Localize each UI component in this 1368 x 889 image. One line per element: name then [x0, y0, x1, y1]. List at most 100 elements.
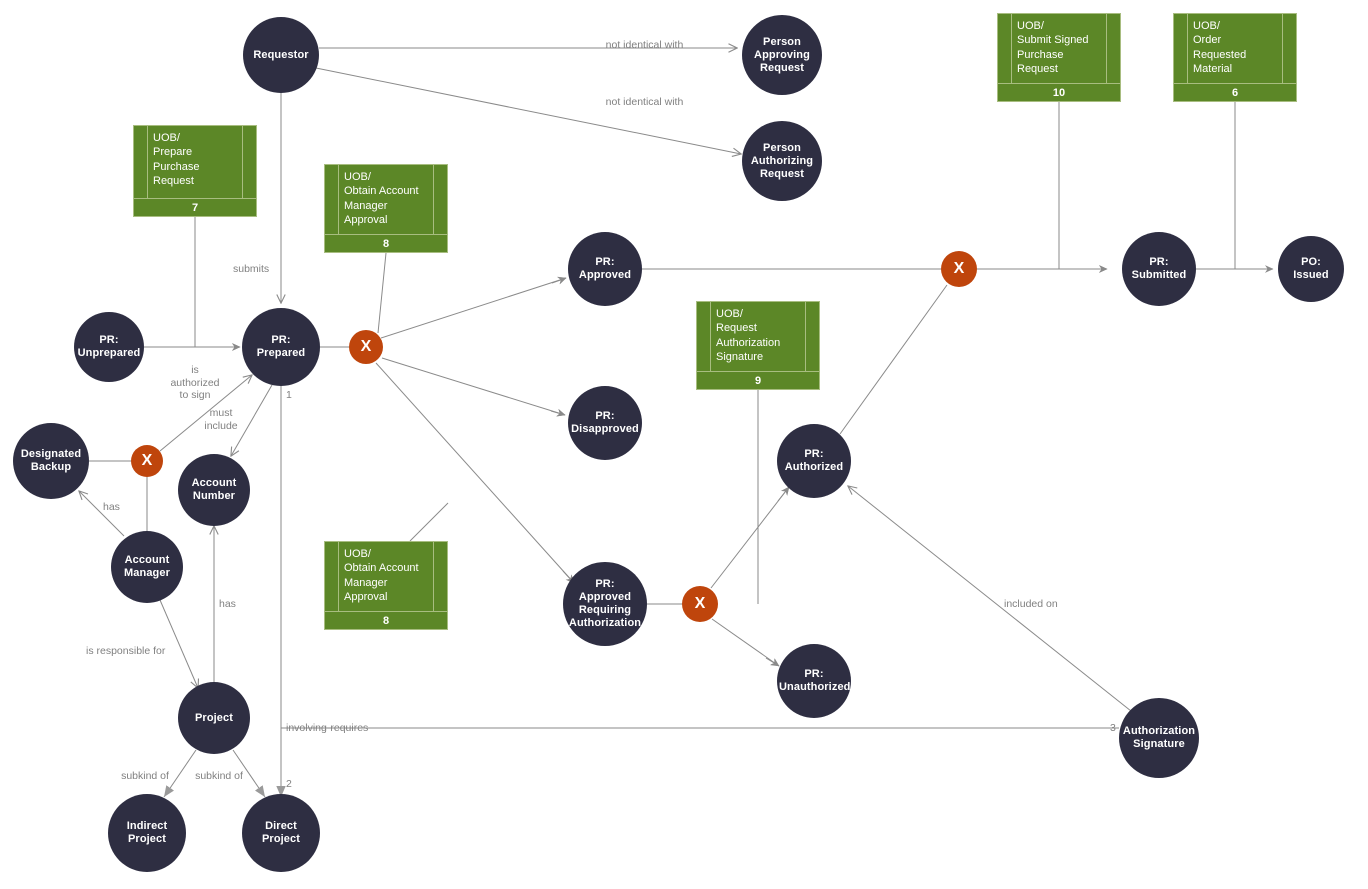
edge-label-subkind-of-indirect: subkind of: [121, 770, 169, 782]
uob-right-column: [805, 302, 819, 371]
uob-text: UOB/ Obtain Account Manager Approval: [344, 171, 419, 227]
node-pr-submitted[interactable]: PR: Submitted: [1122, 232, 1196, 306]
uob-body: UOB/ Submit Signed Purchase Request: [998, 14, 1120, 83]
cardinality-3: 3: [1110, 722, 1116, 734]
edge-gate-auth-pr-authorized-2: [777, 486, 790, 502]
node-pr-unauthorized[interactable]: PR: Unauthorized: [777, 644, 851, 718]
uob-request-authorization-signature[interactable]: UOB/ Request Authorization Signature 9: [696, 301, 820, 390]
uob-right-column: [1282, 14, 1296, 83]
gate-label: X: [360, 338, 372, 355]
edge-account-manager-project: [159, 599, 198, 688]
diagram-canvas: Requestor Person Approving Request Person A…: [0, 0, 1368, 889]
node-label: PR: Prepared: [256, 334, 306, 359]
edge-pr-authorized-gate-right: [839, 284, 948, 435]
uob-number: 10: [998, 83, 1120, 101]
node-authorization-signature[interactable]: Authorization Signature: [1119, 698, 1199, 778]
uob-prepare-purchase-request[interactable]: UOB/ Prepare Purchase Request 7: [133, 125, 257, 217]
edge-gate-auth-pr-unauthorized-2: [765, 657, 780, 667]
edge-label-not-identical-with-authorizing: not identical with: [605, 96, 684, 108]
gate-label: X: [141, 452, 153, 469]
uob-left-column: [998, 14, 1012, 83]
node-label: Direct Project: [262, 820, 300, 845]
node-pr-approved[interactable]: PR: Approved: [568, 232, 642, 306]
uob-left-column: [134, 126, 148, 198]
edge-label-not-identical-with-approving: not identical with: [605, 39, 684, 51]
node-po-issued[interactable]: PO: Issued: [1278, 236, 1344, 302]
node-label: Account Number: [191, 477, 237, 502]
uob-order-requested-material[interactable]: UOB/ Order Requested Material 6: [1173, 13, 1297, 102]
edge-label-subkind-of-direct: subkind of: [195, 770, 243, 782]
edge-gate-pr-disapproved-2: [550, 409, 566, 417]
edge-uob8bottom-line: [409, 502, 449, 542]
node-label: Account Manager: [124, 554, 170, 579]
uob-number: 6: [1174, 83, 1296, 101]
node-account-manager[interactable]: Account Manager: [111, 531, 183, 603]
node-label: PR: Submitted: [1131, 256, 1187, 281]
node-project[interactable]: Project: [178, 682, 250, 754]
edge-uob8top-gate: [377, 252, 387, 334]
gate-exclusive-approved[interactable]: X: [941, 251, 977, 287]
node-label: PR: Approved: [578, 256, 632, 281]
node-direct-project[interactable]: Direct Project: [242, 794, 320, 872]
edge-label-submits: submits: [233, 263, 270, 275]
node-label: Project: [195, 711, 233, 724]
edge-label-has-account-number: has: [219, 598, 236, 610]
gate-exclusive-designated-backup[interactable]: X: [131, 445, 163, 477]
uob-text: UOB/ Obtain Account Manager Approval: [344, 548, 419, 604]
uob-submit-signed-purchase-request[interactable]: UOB/ Submit Signed Purchase Request 10: [997, 13, 1121, 102]
node-label: PR: Disapproved: [571, 410, 639, 435]
edge-gate-pr-approved-2: [551, 277, 567, 285]
uob-body: UOB/ Obtain Account Manager Approval: [325, 165, 447, 234]
node-designated-backup[interactable]: Designated Backup: [13, 423, 89, 499]
edge-label-has-designated-backup: has: [103, 501, 120, 513]
node-indirect-project[interactable]: Indirect Project: [108, 794, 186, 872]
node-label: Authorization Signature: [1122, 725, 1196, 750]
uob-text: UOB/ Request Authorization Signature: [716, 308, 781, 364]
node-label: PR: Authorized: [784, 448, 844, 473]
uob-right-column: [242, 126, 256, 198]
uob-number: 7: [134, 198, 256, 216]
edge-requestor-person-authorizing: [315, 67, 741, 154]
gate-exclusive-prepared[interactable]: X: [349, 330, 383, 364]
node-pr-unprepared[interactable]: PR: Unprepared: [74, 312, 144, 382]
uob-number: 8: [325, 611, 447, 629]
cardinality-1: 1: [286, 389, 292, 401]
uob-left-column: [325, 542, 339, 611]
edge-label-involving-requires: involving-requires: [286, 722, 369, 734]
node-pr-prepared[interactable]: PR: Prepared: [242, 308, 320, 386]
node-label: PO: Issued: [1293, 256, 1329, 281]
edge-gate-pr-disapproved: [381, 357, 566, 417]
node-label: Indirect Project: [126, 820, 168, 845]
gate-label: X: [694, 595, 706, 612]
node-requestor[interactable]: Requestor: [243, 17, 319, 93]
edge-label-is-responsible-for: is responsible for: [86, 645, 166, 657]
node-person-approving-request[interactable]: Person Approving Request: [742, 15, 822, 95]
uob-right-column: [433, 165, 447, 234]
node-person-authorizing-request[interactable]: Person Authorizing Request: [742, 121, 822, 201]
node-label: Person Authorizing Request: [750, 141, 814, 180]
node-label: Designated Backup: [20, 448, 82, 473]
uob-text: UOB/ Order Requested Material: [1193, 20, 1247, 76]
node-pr-approved-requiring-authorization[interactable]: PR: Approved Requiring Authorization: [563, 562, 647, 646]
node-pr-authorized[interactable]: PR: Authorized: [777, 424, 851, 498]
uob-left-column: [697, 302, 711, 371]
gate-exclusive-authorization[interactable]: X: [682, 586, 718, 622]
node-pr-disapproved[interactable]: PR: Disapproved: [568, 386, 642, 460]
gate-label: X: [953, 260, 965, 277]
node-label: PR: Unauthorized: [779, 668, 851, 693]
edge-label-included-on: included on: [1004, 598, 1058, 610]
node-account-number[interactable]: Account Number: [178, 454, 250, 526]
edge-authorization-signature-pr-authorized: [848, 486, 1132, 712]
edge-gate-auth-pr-authorized: [710, 486, 790, 589]
uob-body: UOB/ Request Authorization Signature: [697, 302, 819, 371]
uob-obtain-account-manager-approval-top[interactable]: UOB/ Obtain Account Manager Approval 8: [324, 164, 448, 253]
uob-body: UOB/ Obtain Account Manager Approval: [325, 542, 447, 611]
uob-text: UOB/ Prepare Purchase Request: [153, 132, 200, 188]
edge-label-is-authorized-to-sign: is authorized to sign: [170, 364, 220, 401]
cardinality-2: 2: [286, 778, 292, 790]
uob-obtain-account-manager-approval-bottom[interactable]: UOB/ Obtain Account Manager Approval 8: [324, 541, 448, 630]
uob-left-column: [325, 165, 339, 234]
uob-right-column: [433, 542, 447, 611]
uob-body: UOB/ Prepare Purchase Request: [134, 126, 256, 198]
edge-label-must-include: must include: [204, 407, 238, 432]
